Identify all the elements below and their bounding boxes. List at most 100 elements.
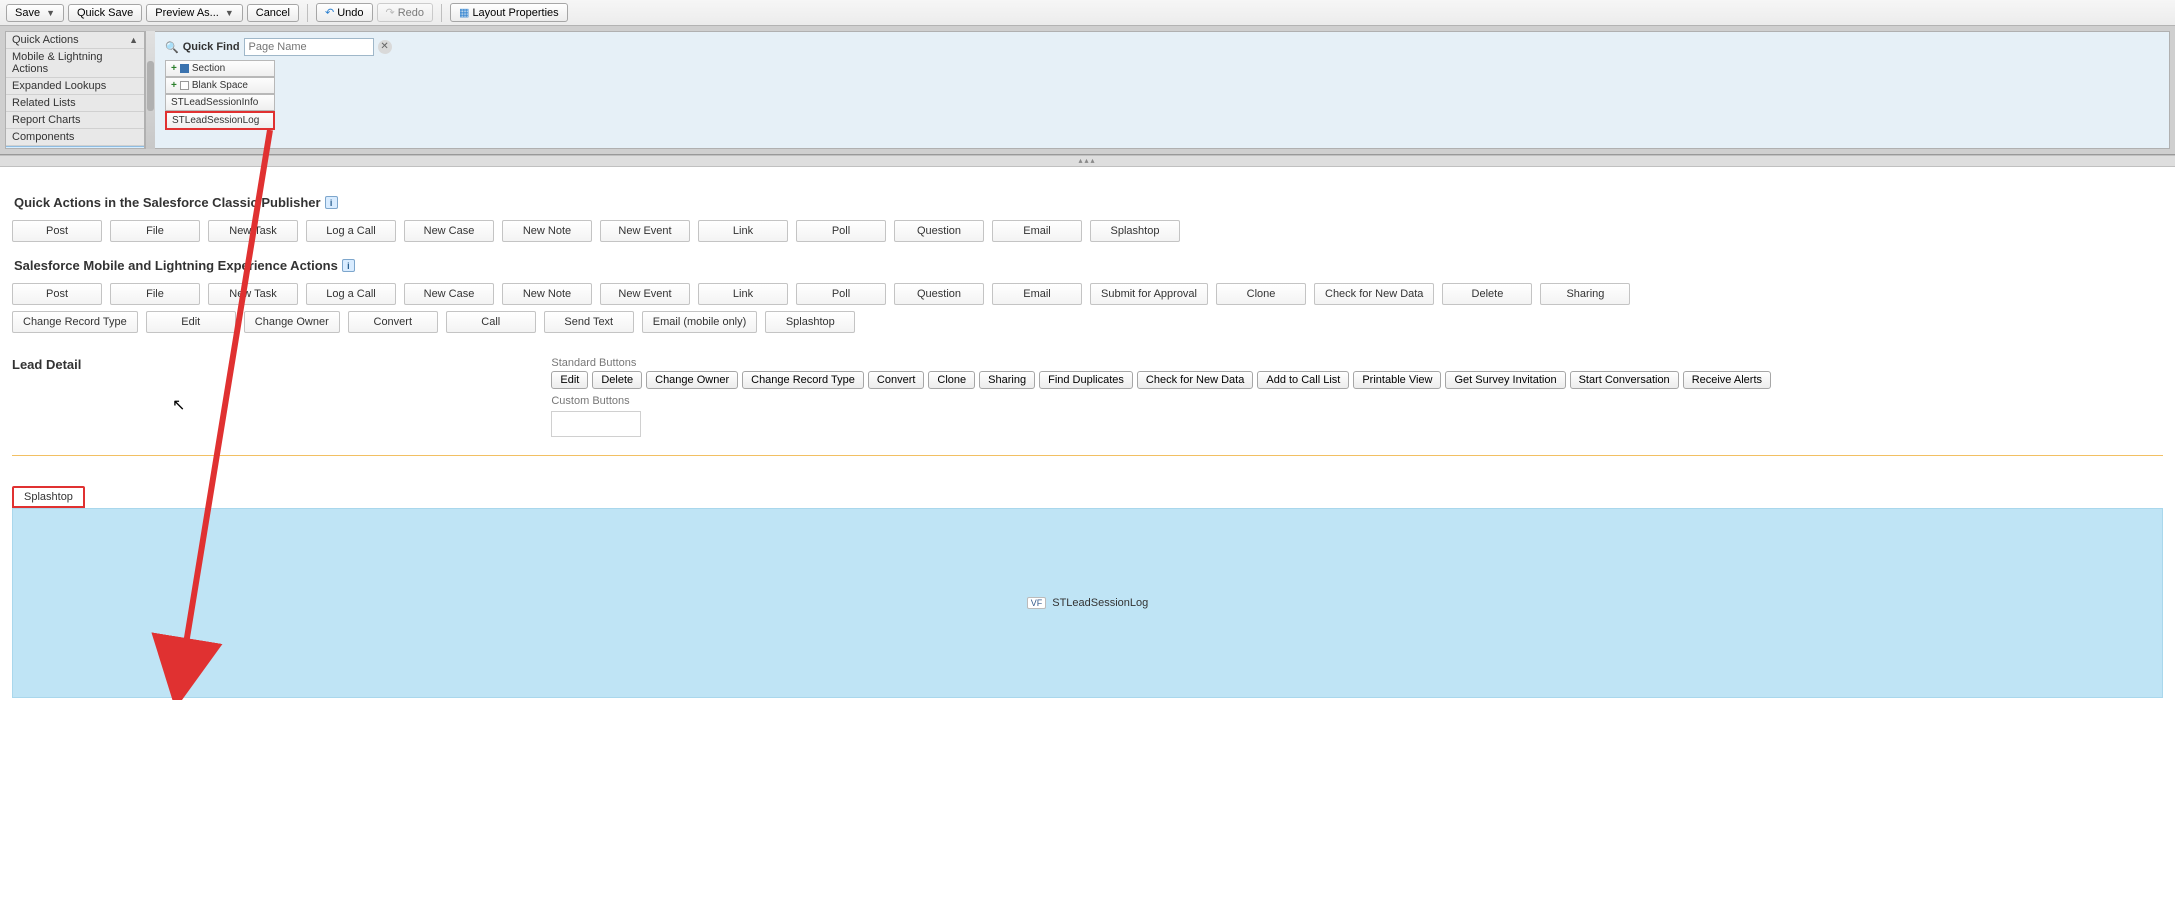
redo-button[interactable]: ↷Redo: [377, 3, 434, 22]
dropzone-label: STLeadSessionLog: [1052, 597, 1148, 609]
action-pill[interactable]: Clone: [1216, 283, 1306, 305]
palette-left-wrap: Quick Actions▲ Mobile & Lightning Action…: [5, 31, 155, 149]
standard-button[interactable]: Printable View: [1353, 371, 1441, 389]
action-pill[interactable]: Change Owner: [244, 311, 340, 333]
action-pill[interactable]: Change Record Type: [12, 311, 138, 333]
layout-properties-button[interactable]: ▦Layout Properties: [450, 3, 568, 22]
action-pill[interactable]: New Event: [600, 283, 690, 305]
action-pill[interactable]: Convert: [348, 311, 438, 333]
action-pill[interactable]: Question: [894, 220, 984, 242]
palette-cat-expanded-lookups[interactable]: Expanded Lookups: [6, 78, 144, 95]
section-icon: [180, 64, 189, 73]
action-pill[interactable]: Call: [446, 311, 536, 333]
info-icon[interactable]: i: [342, 259, 355, 272]
action-pill[interactable]: Check for New Data: [1314, 283, 1434, 305]
vf-dropzone[interactable]: VF STLeadSessionLog: [12, 508, 2163, 698]
save-label: Save: [15, 7, 40, 19]
action-pill[interactable]: Email: [992, 283, 1082, 305]
info-icon[interactable]: i: [325, 196, 338, 209]
action-pill[interactable]: Question: [894, 283, 984, 305]
standard-button[interactable]: Delete: [592, 371, 642, 389]
classic-actions-title: Quick Actions in the Salesforce Classic …: [14, 195, 2163, 210]
action-pill[interactable]: New Case: [404, 220, 494, 242]
action-pill[interactable]: New Task: [208, 283, 298, 305]
palette-collapse-grip[interactable]: ▴▴▴: [0, 155, 2175, 167]
standard-button[interactable]: Edit: [551, 371, 588, 389]
action-pill[interactable]: Link: [698, 283, 788, 305]
button-groups: Standard Buttons EditDeleteChange OwnerC…: [551, 357, 2163, 437]
custom-buttons-label: Custom Buttons: [551, 395, 2163, 407]
vf-item-blank-space[interactable]: +Blank Space: [165, 77, 275, 94]
clear-icon[interactable]: ✕: [378, 40, 392, 54]
palette-cat-report-charts[interactable]: Report Charts: [6, 112, 144, 129]
action-pill[interactable]: Log a Call: [306, 220, 396, 242]
plus-icon: +: [171, 63, 177, 74]
quick-save-button[interactable]: Quick Save: [68, 4, 142, 22]
action-pill[interactable]: Email: [992, 220, 1082, 242]
undo-icon: ↶: [325, 6, 334, 19]
action-pill[interactable]: New Note: [502, 220, 592, 242]
lead-detail-title: Lead Detail: [12, 357, 81, 372]
action-pill[interactable]: New Task: [208, 220, 298, 242]
standard-buttons-label: Standard Buttons: [551, 357, 2163, 369]
vf-item-section[interactable]: +Section: [165, 60, 275, 77]
cancel-button[interactable]: Cancel: [247, 4, 299, 22]
preview-as-button[interactable]: Preview As...▼: [146, 4, 243, 22]
redo-label: Redo: [398, 7, 424, 19]
vf-badge-icon: VF: [1027, 597, 1047, 609]
standard-button[interactable]: Check for New Data: [1137, 371, 1253, 389]
action-pill[interactable]: Post: [12, 283, 102, 305]
save-button[interactable]: Save ▼: [6, 4, 64, 22]
undo-button[interactable]: ↶Undo: [316, 3, 373, 22]
layout-canvas: Quick Actions in the Salesforce Classic …: [0, 167, 2175, 728]
palette-cat-quick-actions[interactable]: Quick Actions▲: [6, 32, 144, 49]
main-toolbar: Save ▼ Quick Save Preview As...▼ Cancel ↶…: [0, 0, 2175, 26]
action-pill[interactable]: New Note: [502, 283, 592, 305]
action-pill[interactable]: File: [110, 220, 200, 242]
action-pill[interactable]: Splashtop: [765, 311, 855, 333]
action-pill[interactable]: File: [110, 283, 200, 305]
action-pill[interactable]: Poll: [796, 220, 886, 242]
lex-actions-title: Salesforce Mobile and Lightning Experien…: [14, 258, 2163, 273]
action-pill[interactable]: Email (mobile only): [642, 311, 758, 333]
action-pill[interactable]: Send Text: [544, 311, 634, 333]
custom-buttons-dropzone[interactable]: [551, 411, 641, 437]
standard-button[interactable]: Start Conversation: [1570, 371, 1679, 389]
standard-button[interactable]: Receive Alerts: [1683, 371, 1771, 389]
vf-item-stleadsessionlog[interactable]: STLeadSessionLog: [165, 111, 275, 130]
palette-cat-mobile-lightning[interactable]: Mobile & Lightning Actions: [6, 49, 144, 78]
quick-find-input[interactable]: [244, 38, 374, 56]
action-pill[interactable]: Edit: [146, 311, 236, 333]
palette-cat-visualforce[interactable]: Visualforce Pages▼: [6, 146, 144, 149]
lead-detail-header: Lead Detail Standard Buttons EditDeleteC…: [12, 357, 2163, 437]
standard-button[interactable]: Sharing: [979, 371, 1035, 389]
palette-cat-components[interactable]: Components: [6, 129, 144, 146]
vf-item-stleadsessioninfo[interactable]: STLeadSessionInfo: [165, 94, 275, 111]
action-pill[interactable]: Link: [698, 220, 788, 242]
standard-button[interactable]: Change Record Type: [742, 371, 864, 389]
standard-button[interactable]: Find Duplicates: [1039, 371, 1133, 389]
standard-button[interactable]: Convert: [868, 371, 925, 389]
action-pill[interactable]: Delete: [1442, 283, 1532, 305]
action-pill[interactable]: Poll: [796, 283, 886, 305]
action-pill[interactable]: New Case: [404, 283, 494, 305]
splashtop-section-tab[interactable]: Splashtop: [12, 486, 85, 508]
palette-strip: Quick Actions▲ Mobile & Lightning Action…: [0, 26, 2175, 155]
section-divider: [12, 455, 2163, 456]
action-pill[interactable]: Submit for Approval: [1090, 283, 1208, 305]
standard-button[interactable]: Add to Call List: [1257, 371, 1349, 389]
chevron-down-icon: ▼: [46, 8, 55, 18]
standard-button[interactable]: Clone: [928, 371, 975, 389]
preview-as-label: Preview As...: [155, 7, 219, 19]
palette-cat-related-lists[interactable]: Related Lists: [6, 95, 144, 112]
action-pill[interactable]: Sharing: [1540, 283, 1630, 305]
palette-scrollbar[interactable]: [145, 31, 155, 149]
action-pill[interactable]: Splashtop: [1090, 220, 1180, 242]
layout-props-label: Layout Properties: [472, 7, 558, 19]
action-pill[interactable]: Post: [12, 220, 102, 242]
standard-button[interactable]: Change Owner: [646, 371, 738, 389]
action-pill[interactable]: New Event: [600, 220, 690, 242]
palette-items-area: 🔍 Quick Find ✕ +Section +Blank Space STL…: [155, 31, 2170, 149]
action-pill[interactable]: Log a Call: [306, 283, 396, 305]
standard-button[interactable]: Get Survey Invitation: [1445, 371, 1565, 389]
